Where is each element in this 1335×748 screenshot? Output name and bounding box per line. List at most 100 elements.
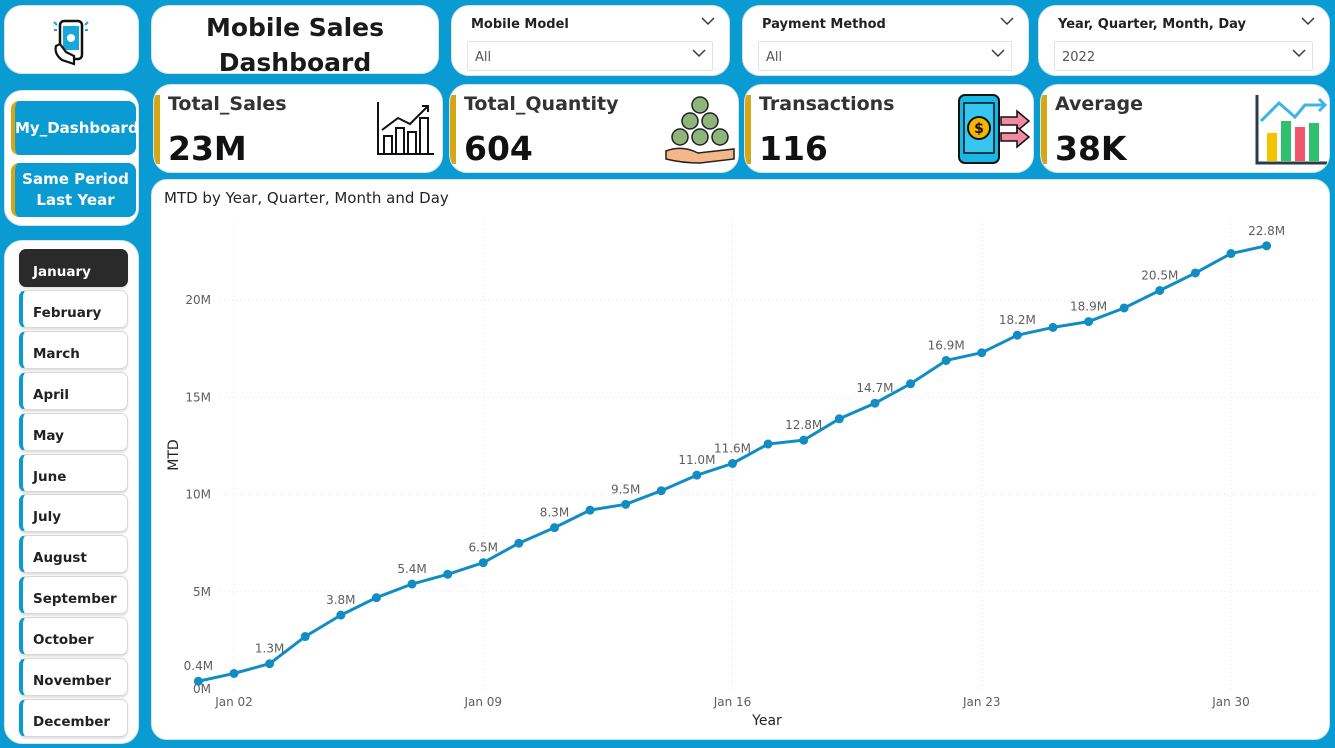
data-point xyxy=(549,523,559,533)
mobile-model-slicer[interactable]: Mobile Model All xyxy=(451,5,730,76)
slicer-label: Mobile Model xyxy=(471,17,569,32)
kpi-accent-bar xyxy=(745,95,751,164)
kpi-label: Transactions xyxy=(759,93,895,115)
x-tick-label: Jan 30 xyxy=(1211,695,1250,709)
month-january-button[interactable]: January xyxy=(19,249,128,287)
payment-method-slicer[interactable]: Payment Method All xyxy=(742,5,1029,76)
data-point xyxy=(621,499,631,509)
data-point xyxy=(1190,268,1200,278)
data-point xyxy=(728,458,737,468)
my-dashboard-button[interactable]: My_Dashboard xyxy=(11,101,139,155)
chevron-down-icon[interactable] xyxy=(991,48,1005,58)
month-november-button[interactable]: November xyxy=(19,658,128,696)
transactions-card: Transactions 116 $ xyxy=(744,84,1034,173)
x-tick-label: Jan 02 xyxy=(214,695,253,709)
data-label: 11.6M xyxy=(714,441,751,455)
x-tick-label: Jan 16 xyxy=(713,695,752,709)
y-axis-title: MTD xyxy=(166,439,182,470)
data-label: 22.8M xyxy=(1248,224,1285,238)
dropdown-value: All xyxy=(766,50,783,65)
chevron-down-icon[interactable] xyxy=(701,16,715,26)
page-navigation: My_Dashboard Same Period Last Year xyxy=(4,90,139,226)
data-point xyxy=(443,569,453,579)
mtd-line-chart: MTD by Year, Quarter, Month and Day 0M 5M… xyxy=(151,179,1330,740)
kpi-label: Total_Quantity xyxy=(464,93,619,115)
mobile-model-dropdown[interactable]: All xyxy=(467,41,713,71)
chevron-down-icon[interactable] xyxy=(1292,48,1306,58)
month-june-button[interactable]: June xyxy=(19,454,128,492)
month-august-button[interactable]: August xyxy=(19,535,128,573)
month-february-button[interactable]: February xyxy=(19,290,128,328)
y-tick-label: 15M xyxy=(185,390,211,404)
x-tick-label: Jan 23 xyxy=(962,695,1001,709)
data-point xyxy=(1119,303,1129,313)
chart-canvas: 0M5M10M15M20MJan 02 Jan 09 Jan 16 Jan 23 Jan… xyxy=(166,220,1317,729)
data-label: 16.9M xyxy=(928,338,965,352)
data-label: 1.3M xyxy=(255,642,284,656)
growth-chart-icon xyxy=(377,102,434,155)
date-dropdown[interactable]: 2022 xyxy=(1054,41,1313,71)
total-sales-card: Total_Sales 23M xyxy=(153,84,443,173)
date-hierarchy-slicer[interactable]: Year, Quarter, Month, Day 2022 xyxy=(1038,5,1330,76)
data-point xyxy=(336,610,346,620)
data-point xyxy=(906,379,916,389)
month-march-button[interactable]: March xyxy=(19,331,128,369)
data-point xyxy=(300,632,310,642)
data-label: 18.9M xyxy=(1070,300,1107,314)
month-july-button[interactable]: July xyxy=(19,494,128,532)
data-point xyxy=(763,439,773,449)
data-point xyxy=(514,538,524,548)
kpi-value: 604 xyxy=(464,129,533,168)
average-card: Average 38K xyxy=(1040,84,1330,173)
data-point xyxy=(585,505,595,515)
month-slicer: January February March April May June Ju… xyxy=(4,240,139,744)
same-period-last-year-button[interactable]: Same Period Last Year xyxy=(11,163,136,217)
slicer-label: Year, Quarter, Month, Day xyxy=(1058,17,1246,32)
month-april-button[interactable]: April xyxy=(19,372,128,410)
data-label: 6.5M xyxy=(469,541,498,555)
month-october-button[interactable]: October xyxy=(19,617,128,655)
data-label: 12.8M xyxy=(785,418,822,432)
y-tick-label: 20M xyxy=(185,293,211,307)
button-label-line-2: Last Year xyxy=(36,191,115,209)
total-quantity-card: Total_Quantity 604 xyxy=(449,84,739,173)
title-line-2: Dashboard xyxy=(218,48,372,77)
coins-stack-icon xyxy=(665,96,735,164)
y-tick-label: 5M xyxy=(193,585,211,599)
data-point xyxy=(265,659,275,669)
data-point xyxy=(1226,249,1236,259)
data-label: 18.2M xyxy=(999,313,1036,327)
data-point xyxy=(1262,241,1272,251)
page-title: Mobile Sales Dashboard xyxy=(152,10,438,80)
kpi-accent-bar xyxy=(450,95,456,164)
data-point xyxy=(478,558,488,568)
data-point xyxy=(1048,322,1058,332)
month-september-button[interactable]: September xyxy=(19,576,128,614)
payment-method-dropdown[interactable]: All xyxy=(758,41,1012,71)
chevron-down-icon[interactable] xyxy=(692,48,706,58)
data-point xyxy=(371,593,381,603)
title-card: Mobile Sales Dashboard xyxy=(151,5,439,77)
data-label: 9.5M xyxy=(611,482,640,496)
kpi-label: Total_Sales xyxy=(168,93,287,115)
data-label: 11.0M xyxy=(678,453,715,467)
button-label-line-1: Same Period xyxy=(22,170,129,188)
data-point xyxy=(656,486,666,496)
data-label: 0.4M xyxy=(184,659,213,673)
kpi-accent-bar xyxy=(154,95,160,164)
month-may-button[interactable]: May xyxy=(19,413,128,451)
data-point xyxy=(834,414,844,424)
dropdown-value: 2022 xyxy=(1062,50,1096,65)
title-line-1: Mobile Sales xyxy=(205,13,385,42)
mobile-phone-logo-icon xyxy=(53,19,89,66)
data-point xyxy=(1155,285,1165,295)
chevron-down-icon[interactable] xyxy=(1000,16,1014,26)
kpi-accent-bar xyxy=(1041,95,1047,164)
data-label: 14.7M xyxy=(856,381,893,395)
month-december-button[interactable]: December xyxy=(19,699,128,737)
data-label: 20.5M xyxy=(1141,268,1178,282)
chevron-down-icon[interactable] xyxy=(1301,16,1315,26)
data-point xyxy=(1012,330,1022,340)
data-point xyxy=(193,676,203,686)
data-point xyxy=(977,348,987,358)
